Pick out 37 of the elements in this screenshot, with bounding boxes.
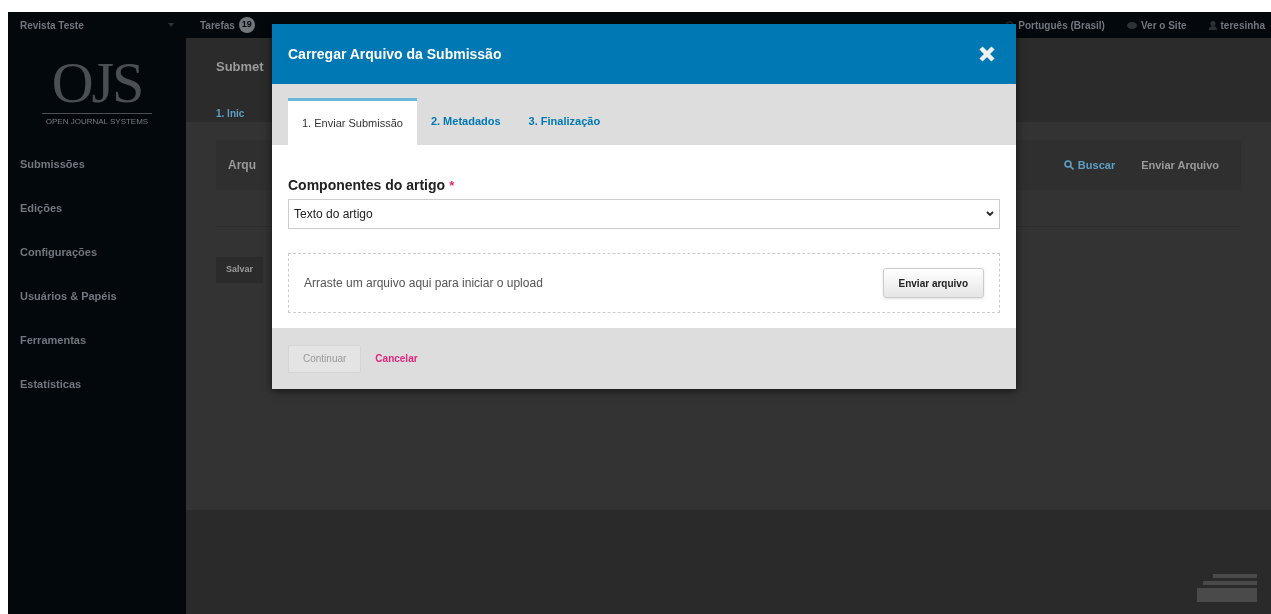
step-tab[interactable]: 2. Metadados — [416, 98, 515, 145]
step-tab[interactable]: 1. Inic — [216, 108, 245, 119]
platform-logo-drawing — [1197, 574, 1257, 602]
search-icon — [1063, 160, 1074, 170]
cancel-link[interactable]: Cancelar — [375, 351, 418, 366]
save-button[interactable]: Salvar — [216, 257, 264, 283]
eye-icon — [1126, 21, 1137, 29]
sidebar-item[interactable]: Configurações — [8, 230, 186, 274]
sidebar-item[interactable]: Estatísticas — [8, 362, 186, 406]
language-link[interactable]: Português (Brasil) — [1018, 17, 1105, 33]
panel-title: Arqu — [228, 157, 256, 174]
sidebar-item[interactable]: Edições — [8, 186, 186, 230]
page-title: Submet — [216, 59, 264, 74]
sidebar-item[interactable]: Usuários & Papéis — [8, 274, 186, 318]
sidebar-item[interactable]: Ferramentas — [8, 318, 186, 362]
user-icon — [1208, 20, 1217, 30]
logo-tagline: OPEN JOURNAL SYSTEMS — [41, 112, 153, 128]
tasks-link[interactable]: Tarefas — [200, 17, 235, 33]
upload-file-button[interactable]: Enviar arquivo — [882, 268, 984, 298]
search-link[interactable]: Buscar — [1077, 156, 1116, 174]
drop-zone[interactable]: Arraste um arquivo aqui para iniciar o upload Enviar arquivo — [288, 253, 1000, 313]
step-tab[interactable]: 1. Enviar Submissão — [288, 98, 417, 145]
close-icon[interactable] — [978, 45, 996, 63]
drop-zone-hint: Arraste um arquivo aqui para iniciar o upload — [304, 275, 543, 292]
chevron-icon — [986, 211, 994, 217]
step-tab[interactable]: 3. Finalização — [514, 98, 615, 145]
component-select[interactable]: Texto do artigo — [288, 199, 1000, 229]
user-menu[interactable]: teresinha — [1220, 17, 1265, 33]
view-site-link[interactable]: Ver o Site — [1140, 17, 1187, 33]
upload-link[interactable]: Enviar Arquivo — [1141, 156, 1219, 174]
sidebar-item[interactable]: Submissões — [8, 142, 186, 186]
required-mark: * — [449, 176, 455, 195]
field-label: Componentes do artigo — [288, 176, 446, 195]
dialog-title: Carregar Arquivo da Submissão — [288, 44, 502, 64]
journal-name[interactable]: Revista Teste — [20, 17, 84, 33]
task-count: 19 — [238, 17, 255, 33]
logo[interactable]: OJS — [51, 52, 143, 113]
